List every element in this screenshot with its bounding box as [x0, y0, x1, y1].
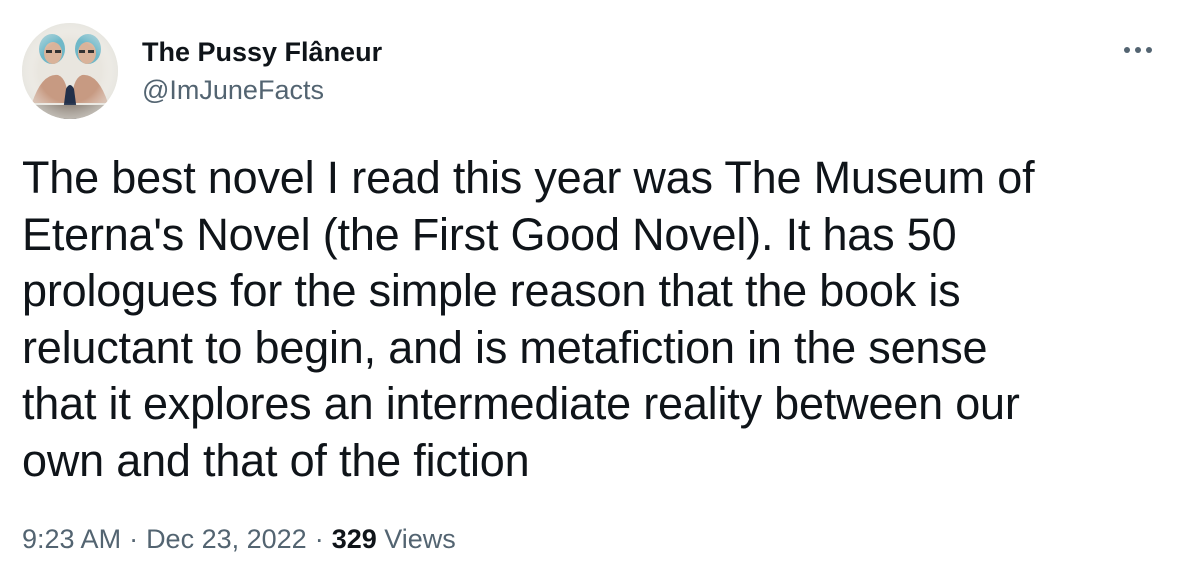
user-info: The Pussy Flâneur @ImJuneFacts	[142, 35, 382, 107]
views-count: 329	[331, 524, 377, 554]
tweet-meta: 9:23 AM · Dec 23, 2022 · 329 Views	[22, 522, 456, 556]
tweet-timestamp-date[interactable]: Dec 23, 2022	[146, 524, 307, 554]
avatar[interactable]	[22, 23, 118, 119]
tweet-timestamp-time[interactable]: 9:23 AM	[22, 524, 121, 554]
user-handle[interactable]: @ImJuneFacts	[142, 73, 382, 107]
avatar-image	[22, 23, 118, 119]
tweet-card: The Pussy Flâneur @ImJuneFacts The best …	[0, 0, 1184, 588]
tweet-text: The best novel I read this year was The …	[22, 152, 1035, 486]
display-name[interactable]: The Pussy Flâneur	[142, 35, 382, 69]
meta-separator: ·	[314, 524, 324, 554]
tweet-header: The Pussy Flâneur @ImJuneFacts	[22, 22, 382, 120]
meta-separator: ·	[129, 524, 139, 554]
views-label: Views	[384, 524, 456, 554]
more-options-icon[interactable]	[1120, 36, 1156, 64]
